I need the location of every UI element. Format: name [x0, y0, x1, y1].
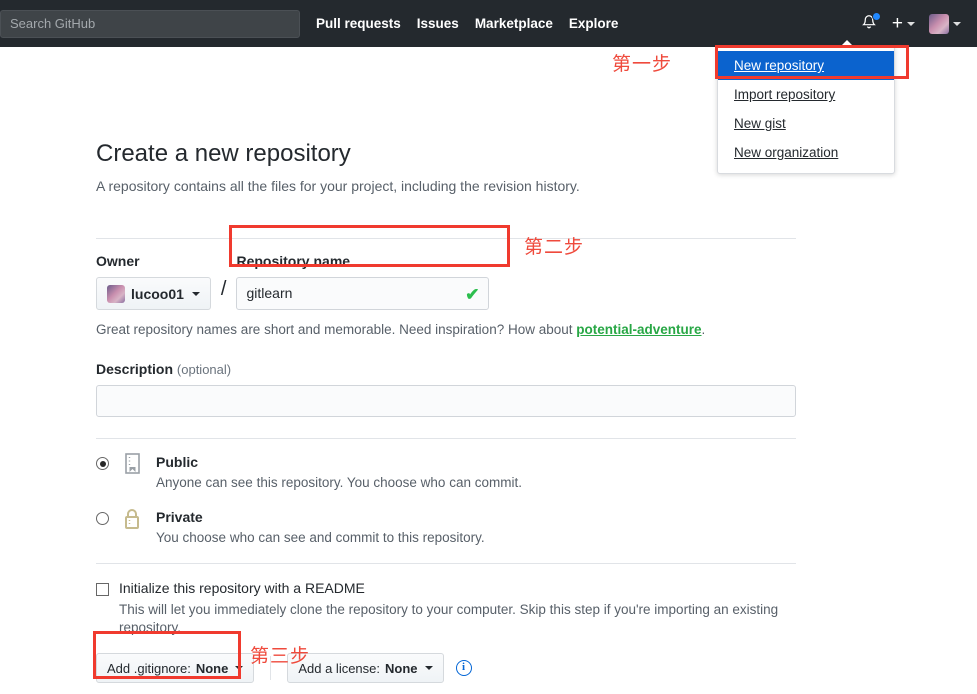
readme-text: Initialize this repository with a README…	[119, 580, 796, 637]
menu-item-import-repository[interactable]: Import repository	[718, 80, 894, 109]
visibility-option-public[interactable]: Public Anyone can see this repository. Y…	[96, 453, 796, 492]
description-optional-text: (optional)	[176, 362, 232, 377]
menu-item-new-gist[interactable]: New gist	[718, 109, 894, 138]
description-field: Description (optional)	[96, 361, 796, 417]
owner-name: lucoo01	[131, 285, 184, 302]
nav-item-explore[interactable]: Explore	[569, 16, 619, 31]
chevron-down-icon	[953, 21, 961, 26]
gitignore-value: None	[195, 660, 229, 676]
gitignore-prefix: Add .gitignore:	[107, 660, 191, 676]
template-options-row: Add .gitignore: None Add a license: None…	[96, 653, 796, 683]
license-value: None	[385, 660, 418, 676]
description-input[interactable]	[96, 385, 796, 417]
lock-icon	[122, 508, 148, 539]
user-menu-button[interactable]	[929, 13, 961, 34]
owner-and-name-row: Owner lucoo01 / Repository name gitlearn…	[96, 253, 796, 310]
repo-book-icon	[122, 453, 148, 484]
chevron-down-icon	[907, 21, 915, 26]
repository-name-value: gitlearn	[246, 285, 293, 301]
new-repository-form: Create a new repository A repository con…	[96, 139, 796, 694]
chevron-down-icon	[424, 666, 433, 670]
owner-avatar-icon	[107, 284, 125, 303]
license-select-button[interactable]: Add a license: None	[287, 653, 444, 683]
gitignore-select-button[interactable]: Add .gitignore: None	[96, 653, 255, 683]
dropdown-arrow-icon	[840, 40, 854, 47]
description-label: Description (optional)	[96, 361, 796, 378]
nav-item-pull-requests[interactable]: Pull requests	[316, 16, 401, 31]
suggested-name-link[interactable]: potential-adventure	[576, 322, 701, 337]
public-text: Public Anyone can see this repository. Y…	[156, 453, 522, 492]
hint-prefix: Great repository names are short and mem…	[96, 322, 577, 337]
hint-suffix: .	[701, 322, 706, 337]
nav-item-marketplace[interactable]: Marketplace	[475, 16, 553, 31]
repository-name-hint: Great repository names are short and mem…	[96, 321, 796, 339]
annotation-label-step-1: 第一步	[612, 53, 673, 75]
divider-top	[96, 238, 796, 239]
private-description: You choose who can see and commit to thi…	[156, 530, 485, 545]
public-description: Anyone can see this repository. You choo…	[156, 475, 522, 490]
divider-after-visibility	[96, 563, 796, 564]
annotation-label-step-2: 第二步	[524, 236, 585, 258]
menu-item-new-repository[interactable]: New repository	[718, 51, 894, 80]
license-prefix: Add a license:	[298, 660, 381, 676]
primary-nav: Pull requests Issues Marketplace Explore	[316, 16, 618, 31]
repository-name-field: Repository name gitlearn ✔	[236, 253, 490, 310]
search-input[interactable]: Search GitHub	[0, 9, 300, 38]
owner-label: Owner	[96, 253, 140, 269]
private-radio[interactable]	[96, 512, 109, 525]
public-radio[interactable]	[96, 457, 109, 470]
avatar-icon	[929, 13, 949, 34]
page-title: Create a new repository	[96, 140, 351, 167]
info-icon[interactable]: i	[455, 660, 472, 676]
annotation-label-step-3: 第三步	[250, 645, 311, 667]
private-text: Private You choose who can see and commi…	[156, 508, 485, 547]
repository-name-label: Repository name	[236, 253, 351, 269]
plus-icon: +	[891, 13, 903, 34]
visibility-options: Public Anyone can see this repository. Y…	[96, 453, 796, 547]
readme-description: This will let you immediately clone the …	[119, 602, 779, 635]
valid-check-icon: ✔	[465, 285, 480, 304]
initialize-readme-option[interactable]: Initialize this repository with a README…	[96, 580, 796, 637]
notification-dot-icon	[871, 11, 881, 21]
repository-name-input[interactable]: gitlearn ✔	[236, 277, 490, 310]
top-header: Search GitHub Pull requests Issues Marke…	[0, 0, 977, 47]
header-actions: +	[860, 11, 965, 34]
chevron-down-icon	[235, 666, 244, 670]
owner-name-separator: /	[220, 278, 227, 300]
visibility-option-private[interactable]: Private You choose who can see and commi…	[96, 508, 796, 547]
create-new-button[interactable]: +	[892, 14, 915, 33]
readme-checkbox[interactable]	[96, 583, 109, 596]
owner-select-button[interactable]: lucoo01	[96, 277, 211, 310]
readme-title: Initialize this repository with a README	[119, 580, 365, 596]
page-subtitle: A repository contains all the files for …	[96, 178, 580, 194]
private-title: Private	[156, 509, 203, 525]
owner-field: Owner lucoo01	[96, 253, 211, 310]
chevron-down-icon	[191, 291, 200, 296]
notifications-button[interactable]	[860, 11, 881, 34]
menu-item-new-organization[interactable]: New organization	[718, 138, 894, 167]
create-new-dropdown: New repository Import repository New gis…	[717, 40, 895, 174]
nav-item-issues[interactable]: Issues	[417, 16, 459, 31]
divider-after-description	[96, 438, 796, 439]
public-title: Public	[156, 454, 199, 470]
description-label-text: Description	[96, 361, 174, 377]
